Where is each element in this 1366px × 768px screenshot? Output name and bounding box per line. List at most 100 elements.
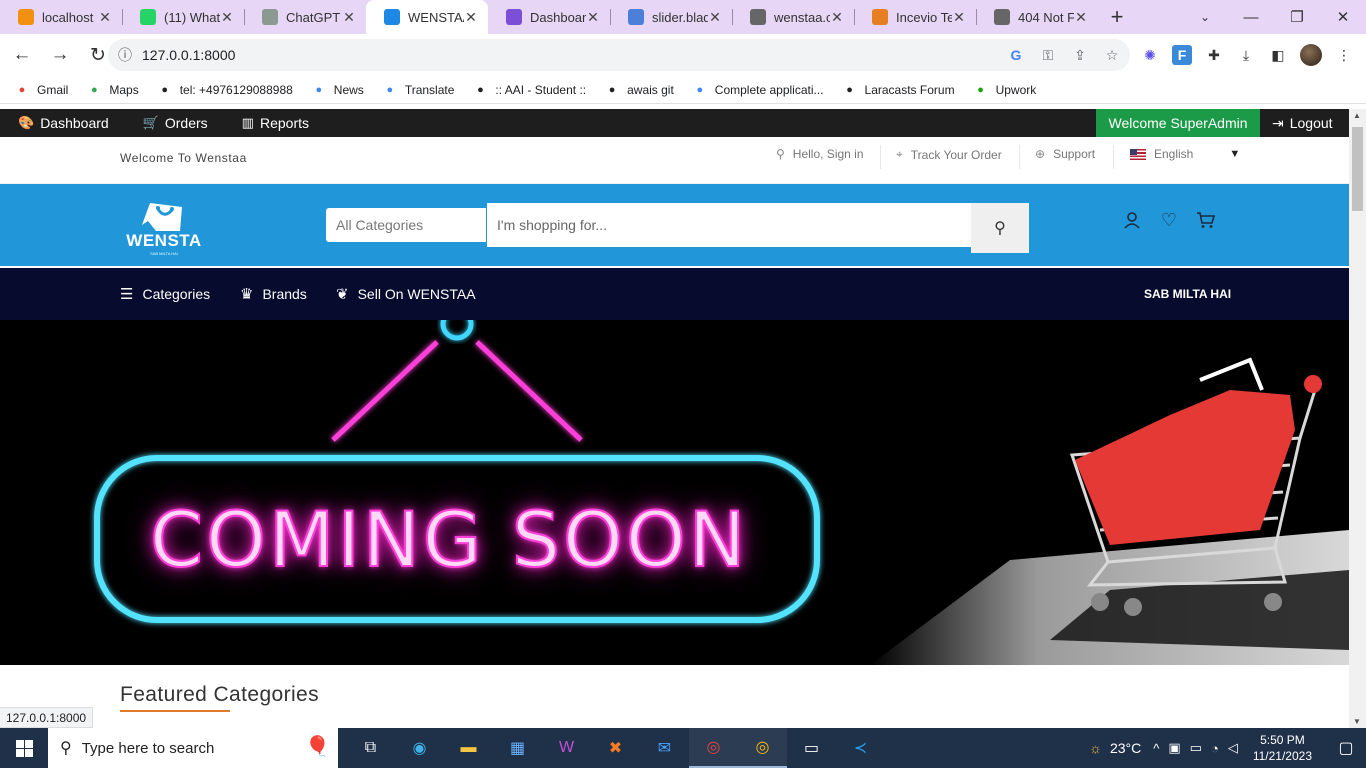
search-button[interactable]: ⚲	[971, 203, 1029, 253]
divider	[1113, 145, 1114, 169]
downloads-icon[interactable]: ⤓	[1236, 45, 1256, 65]
profile-avatar[interactable]	[1300, 44, 1322, 66]
cart-icon[interactable]	[1196, 210, 1216, 230]
address-bar[interactable]: ⓘ 127.0.0.1:8000 G ⚿ ⇪ ☆	[108, 39, 1130, 71]
admin-reports-link[interactable]: ▥ Reports	[242, 115, 309, 131]
wishlist-heart-icon[interactable]: ♡	[1159, 210, 1179, 230]
vscode-icon[interactable]: ≺	[836, 728, 885, 768]
close-tab-icon[interactable]: ✕	[464, 9, 478, 26]
admin-dashboard-link[interactable]: 🎨 Dashboard	[18, 115, 109, 131]
bookmark-item[interactable]: ● Laracasts Forum	[842, 82, 954, 98]
close-tab-icon[interactable]: ✕	[708, 9, 722, 26]
extension-f-icon[interactable]: F	[1172, 45, 1192, 65]
close-tab-icon[interactable]: ✕	[952, 9, 966, 26]
notifications-icon[interactable]: ▢	[1326, 728, 1366, 768]
sell-link[interactable]: ❦ Sell On WENSTAA	[336, 268, 476, 320]
terminal-icon[interactable]: ▭	[787, 728, 836, 768]
language-selector[interactable]: English ▼	[1130, 147, 1240, 161]
minimize-icon[interactable]: —	[1228, 0, 1274, 34]
close-tab-icon[interactable]: ✕	[342, 9, 356, 26]
globe-icon: ⊕	[1035, 147, 1046, 161]
bookmark-item[interactable]: ● News	[311, 82, 363, 98]
store-icon[interactable]: ▦	[493, 728, 542, 768]
top-info-bar: Welcome To Wenstaa ⚲ Hello, Sign in ⌖ Trac…	[0, 137, 1349, 184]
browser-tab[interactable]: wenstaa.c ✕	[732, 0, 854, 34]
tray-device-icon[interactable]: ▣	[1168, 740, 1180, 756]
close-tab-icon[interactable]: ✕	[586, 9, 600, 26]
browser-tab[interactable]: slider.blad ✕	[610, 0, 732, 34]
side-panel-icon[interactable]: ◧	[1268, 45, 1288, 65]
address-url[interactable]: 127.0.0.1:8000	[142, 47, 235, 63]
bookmark-star-icon[interactable]: ☆	[1102, 47, 1122, 64]
task-view-icon[interactable]: ⧉	[346, 728, 395, 768]
bookmark-item[interactable]: ● Translate	[382, 82, 454, 98]
start-button[interactable]	[0, 728, 48, 768]
close-tab-icon[interactable]: ✕	[1074, 9, 1088, 26]
restore-icon[interactable]: ❐	[1274, 0, 1320, 34]
logo-text: WENSTA	[126, 231, 202, 250]
search-input[interactable]	[487, 203, 971, 247]
share-icon[interactable]: ⇪	[1070, 47, 1090, 64]
category-select[interactable]: All Categories	[326, 208, 486, 242]
chrome-icon[interactable]: ◎	[689, 728, 738, 768]
admin-orders-link[interactable]: 🛒 Orders	[143, 115, 208, 131]
page-scrollbar[interactable]: ▲ ▼	[1349, 109, 1366, 728]
bookmark-item[interactable]: ● Gmail	[14, 82, 69, 98]
site-logo[interactable]: WENSTA SAB MILTA HAI	[120, 197, 210, 259]
track-order-link[interactable]: ⌖ Track Your Order	[896, 147, 1002, 162]
account-icon[interactable]	[1122, 210, 1142, 230]
browser-tab[interactable]: Dashboar ✕	[488, 0, 610, 34]
weather-widget[interactable]: ☼ 23°C	[1089, 740, 1141, 756]
wps-icon[interactable]: W	[542, 728, 591, 768]
scrollbar-thumb[interactable]	[1352, 127, 1363, 211]
tab-search-icon[interactable]: ⌄	[1192, 0, 1218, 34]
back-icon[interactable]: ←	[6, 39, 38, 71]
whatsapp-icon	[140, 9, 156, 25]
tray-chevron-icon[interactable]: ^	[1153, 741, 1159, 756]
mail-icon[interactable]: ✉	[640, 728, 689, 768]
forward-icon[interactable]: →	[44, 39, 76, 71]
chrome-menu-icon[interactable]: ⋮	[1334, 45, 1354, 65]
chrome-profile-icon[interactable]: ◎	[738, 728, 787, 768]
bookmark-item[interactable]: ● awais git	[604, 82, 674, 98]
sign-in-link[interactable]: ⚲ Hello, Sign in	[776, 147, 864, 161]
edge-icon[interactable]: ◉	[395, 728, 444, 768]
admin-welcome-button[interactable]: Welcome SuperAdmin	[1096, 109, 1260, 137]
scroll-down-icon[interactable]: ▼	[1353, 717, 1361, 726]
close-tab-icon[interactable]: ✕	[830, 9, 844, 26]
close-tab-icon[interactable]: ✕	[98, 9, 112, 26]
browser-tab[interactable]: 404 Not F ✕	[976, 0, 1098, 34]
bookmark-item[interactable]: ● Maps	[86, 82, 139, 98]
categories-menu[interactable]: ☰ Categories	[120, 268, 210, 320]
new-tab-button[interactable]: +	[1102, 0, 1132, 34]
browser-tab[interactable]: WENSTAA✕	[366, 0, 488, 34]
bookmark-item[interactable]: ●:: AAI - Student ::	[472, 82, 586, 98]
bookmark-item[interactable]: ● tel: +4976129088988	[157, 82, 292, 98]
battery-icon[interactable]: ▭	[1190, 740, 1202, 756]
bookmark-item[interactable]: ● Complete applicati...	[692, 82, 823, 98]
scroll-up-icon[interactable]: ▲	[1353, 111, 1361, 120]
browser-tab[interactable]: (11) What ✕	[122, 0, 244, 34]
site-info-icon[interactable]: ⓘ	[108, 45, 142, 65]
logout-link[interactable]: ⇥ Logout	[1272, 109, 1333, 137]
bookmark-item[interactable]: ● Upwork	[973, 82, 1036, 98]
volume-icon[interactable]: ◁	[1228, 740, 1238, 756]
taskbar-search[interactable]: ⚲ Type here to search 🎈	[48, 728, 338, 768]
browser-tab[interactable]: Incevio Te ✕	[854, 0, 976, 34]
google-lens-icon[interactable]: G	[1006, 47, 1026, 63]
support-link[interactable]: ⊕ Support	[1035, 147, 1095, 161]
password-key-icon[interactable]: ⚿	[1038, 47, 1058, 64]
hero-slider[interactable]: COMING SOON	[0, 320, 1349, 665]
close-tab-icon[interactable]: ✕	[220, 9, 234, 26]
wifi-icon[interactable]: ◔	[1211, 741, 1219, 756]
close-window-icon[interactable]: ✕	[1320, 0, 1366, 34]
xampp-icon[interactable]: ✖	[591, 728, 640, 768]
brands-link[interactable]: ♛ Brands	[240, 268, 307, 320]
extension-flower-icon[interactable]: ✺	[1140, 45, 1160, 65]
browser-tab[interactable]: ChatGPT ✕	[244, 0, 366, 34]
gmail-icon: ●	[18, 83, 26, 96]
extensions-puzzle-icon[interactable]: ✚	[1204, 45, 1224, 65]
browser-tab[interactable]: localhost ✕	[0, 0, 122, 34]
clock[interactable]: 5:50 PM 11/21/2023	[1253, 732, 1312, 764]
file-explorer-icon[interactable]: ▬	[444, 728, 493, 768]
